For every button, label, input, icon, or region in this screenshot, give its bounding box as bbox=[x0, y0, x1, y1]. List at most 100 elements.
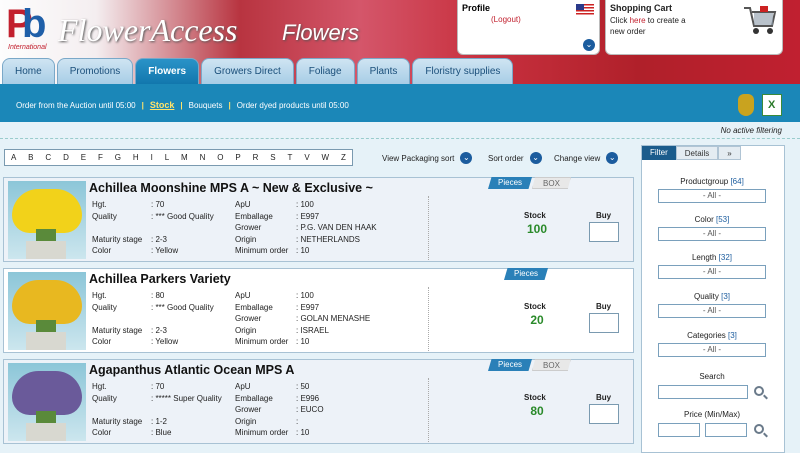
alphabet-letter[interactable]: O bbox=[217, 153, 223, 162]
order-auction-link[interactable]: Order from the Auction until 05:00 bbox=[16, 101, 136, 110]
tab-floristry-supplies[interactable]: Floristry supplies bbox=[412, 58, 514, 84]
product-photo[interactable] bbox=[8, 272, 86, 350]
product-attributes-left: Hgt.: 70 Quality: *** Good Quality Matur… bbox=[90, 198, 216, 258]
pb-logo[interactable]: P b International bbox=[4, 2, 52, 51]
excel-export-icon[interactable] bbox=[762, 94, 782, 116]
product-name[interactable]: Achillea Moonshine MPS A ~ New & Exclusi… bbox=[89, 181, 373, 195]
tab-box[interactable]: BOX bbox=[532, 177, 571, 189]
chevron-down-icon[interactable]: ⌄ bbox=[606, 152, 619, 164]
filter-group: Length [32] - All - bbox=[658, 253, 766, 279]
price-min-input[interactable] bbox=[658, 423, 700, 437]
alphabet-letter[interactable]: E bbox=[81, 153, 86, 162]
product-attributes-right: ApU: 50 Emballage: E996 Grower: EUCO Ori… bbox=[233, 380, 326, 440]
tab-details[interactable]: Details bbox=[675, 146, 719, 160]
tab-pieces[interactable]: Pieces bbox=[488, 177, 533, 189]
tab-home[interactable]: Home bbox=[2, 58, 55, 84]
alphabet-letter[interactable]: N bbox=[200, 153, 206, 162]
tab-promotions[interactable]: Promotions bbox=[56, 58, 134, 84]
buy-quantity-input[interactable] bbox=[589, 404, 619, 424]
logout-link[interactable]: (Logout) bbox=[491, 15, 521, 24]
attr-label: Emballage bbox=[235, 211, 273, 221]
filter-select[interactable]: - All - bbox=[658, 265, 766, 279]
tab-growers-direct[interactable]: Growers Direct bbox=[201, 58, 294, 84]
order-dyed-link[interactable]: Order dyed products until 05:00 bbox=[237, 101, 349, 110]
cart-text-pre: Click bbox=[610, 16, 630, 25]
product-name[interactable]: Achillea Parkers Variety bbox=[89, 272, 231, 286]
filter-count: [64] bbox=[730, 177, 744, 186]
create-order-link[interactable]: here bbox=[630, 16, 646, 25]
tab-pieces[interactable]: Pieces bbox=[488, 359, 533, 371]
attr-emballage: : E996 bbox=[296, 393, 320, 403]
attr-apu: : 100 bbox=[296, 291, 314, 300]
alphabet-filter: ABCDEFGHILMNOPRSTVWZ bbox=[4, 149, 353, 166]
attr-label: Minimum order bbox=[235, 428, 289, 437]
alphabet-letter[interactable]: P bbox=[235, 153, 240, 162]
filter-select[interactable]: - All - bbox=[658, 343, 766, 357]
filter-group: Quality [3] - All - bbox=[658, 292, 766, 318]
alphabet-letter[interactable]: D bbox=[63, 153, 69, 162]
shopping-cart-panel: Shopping Cart Click here to create a new… bbox=[605, 0, 783, 55]
alphabet-letter[interactable]: W bbox=[322, 153, 330, 162]
attr-label: Hgt. bbox=[92, 200, 107, 209]
attr-label: Emballage bbox=[235, 302, 273, 312]
filter-select[interactable]: - All - bbox=[658, 304, 766, 318]
brand-subtitle: Flowers bbox=[282, 20, 360, 45]
buy-quantity-input[interactable] bbox=[589, 222, 619, 242]
filter-select[interactable]: - All - bbox=[658, 227, 766, 241]
alphabet-letter[interactable]: B bbox=[28, 153, 33, 162]
alphabet-letter[interactable]: A bbox=[11, 153, 16, 162]
tab-box[interactable]: BOX bbox=[532, 359, 571, 371]
alphabet-letter[interactable]: G bbox=[115, 153, 121, 162]
money-bag-icon[interactable] bbox=[738, 94, 754, 116]
attr-min-order: : 10 bbox=[296, 246, 310, 255]
bouquets-link[interactable]: Bouquets bbox=[189, 101, 223, 110]
search-icon[interactable] bbox=[754, 424, 764, 434]
attr-label: Minimum order bbox=[235, 337, 289, 346]
filter-select[interactable]: - All - bbox=[658, 189, 766, 203]
change-view-option[interactable]: Change view ⌄ bbox=[554, 152, 619, 164]
tab-plants[interactable]: Plants bbox=[356, 58, 411, 84]
chevron-down-icon[interactable]: ⌄ bbox=[460, 152, 473, 164]
product-name[interactable]: Agapanthus Atlantic Ocean MPS A bbox=[89, 363, 294, 377]
attr-height: : 80 bbox=[151, 291, 165, 300]
search-icon[interactable] bbox=[754, 386, 764, 396]
search-input[interactable] bbox=[658, 385, 748, 399]
tab-more[interactable]: » bbox=[718, 146, 741, 160]
tab-flowers[interactable]: Flowers bbox=[135, 58, 200, 84]
filter-panel: Filter Details » Productgroup [64] - All… bbox=[641, 145, 785, 453]
tab-foliage[interactable]: Foliage bbox=[295, 58, 355, 84]
attr-grower: : EUCO bbox=[296, 405, 324, 414]
packaging-sort-option[interactable]: View Packaging sort ⌄ bbox=[382, 152, 473, 164]
alphabet-letter[interactable]: M bbox=[181, 153, 188, 162]
alphabet-letter[interactable]: R bbox=[253, 153, 259, 162]
shopping-cart-icon[interactable] bbox=[742, 2, 778, 38]
us-flag-icon[interactable] bbox=[576, 4, 594, 16]
attr-emballage: : E997 bbox=[296, 302, 320, 312]
alphabet-letter[interactable]: I bbox=[151, 153, 153, 162]
alphabet-letter[interactable]: H bbox=[133, 153, 139, 162]
alphabet-letter[interactable]: F bbox=[98, 153, 103, 162]
product-attributes-left: Hgt.: 70 Quality: ***** Super Quality Ma… bbox=[90, 380, 224, 440]
buy-quantity-input[interactable] bbox=[589, 313, 619, 333]
attr-maturity: : 2-3 bbox=[151, 234, 168, 244]
divider bbox=[428, 196, 429, 260]
alphabet-letter[interactable]: V bbox=[304, 153, 309, 162]
product-photo[interactable] bbox=[8, 181, 86, 259]
alphabet-letter[interactable]: S bbox=[270, 153, 275, 162]
attr-color: : Yellow bbox=[151, 246, 179, 255]
chevron-down-icon[interactable]: ⌄ bbox=[583, 39, 595, 51]
sort-order-option[interactable]: Sort order ⌄ bbox=[488, 152, 542, 164]
alphabet-letter[interactable]: T bbox=[288, 153, 293, 162]
product-photo[interactable] bbox=[8, 363, 86, 441]
product-attributes-left: Hgt.: 80 Quality: *** Good Quality Matur… bbox=[90, 289, 216, 349]
attr-quality: : ***** Super Quality bbox=[151, 393, 222, 403]
tab-filter[interactable]: Filter bbox=[642, 146, 676, 160]
tab-pieces[interactable]: Pieces bbox=[504, 268, 549, 280]
alphabet-letter[interactable]: L bbox=[165, 153, 169, 162]
alphabet-letter[interactable]: C bbox=[45, 153, 51, 162]
alphabet-letter[interactable]: Z bbox=[341, 153, 346, 162]
filter-group: Productgroup [64] - All - bbox=[658, 177, 766, 203]
stock-link[interactable]: Stock bbox=[150, 100, 175, 110]
chevron-down-icon[interactable]: ⌄ bbox=[529, 152, 542, 164]
price-max-input[interactable] bbox=[705, 423, 747, 437]
